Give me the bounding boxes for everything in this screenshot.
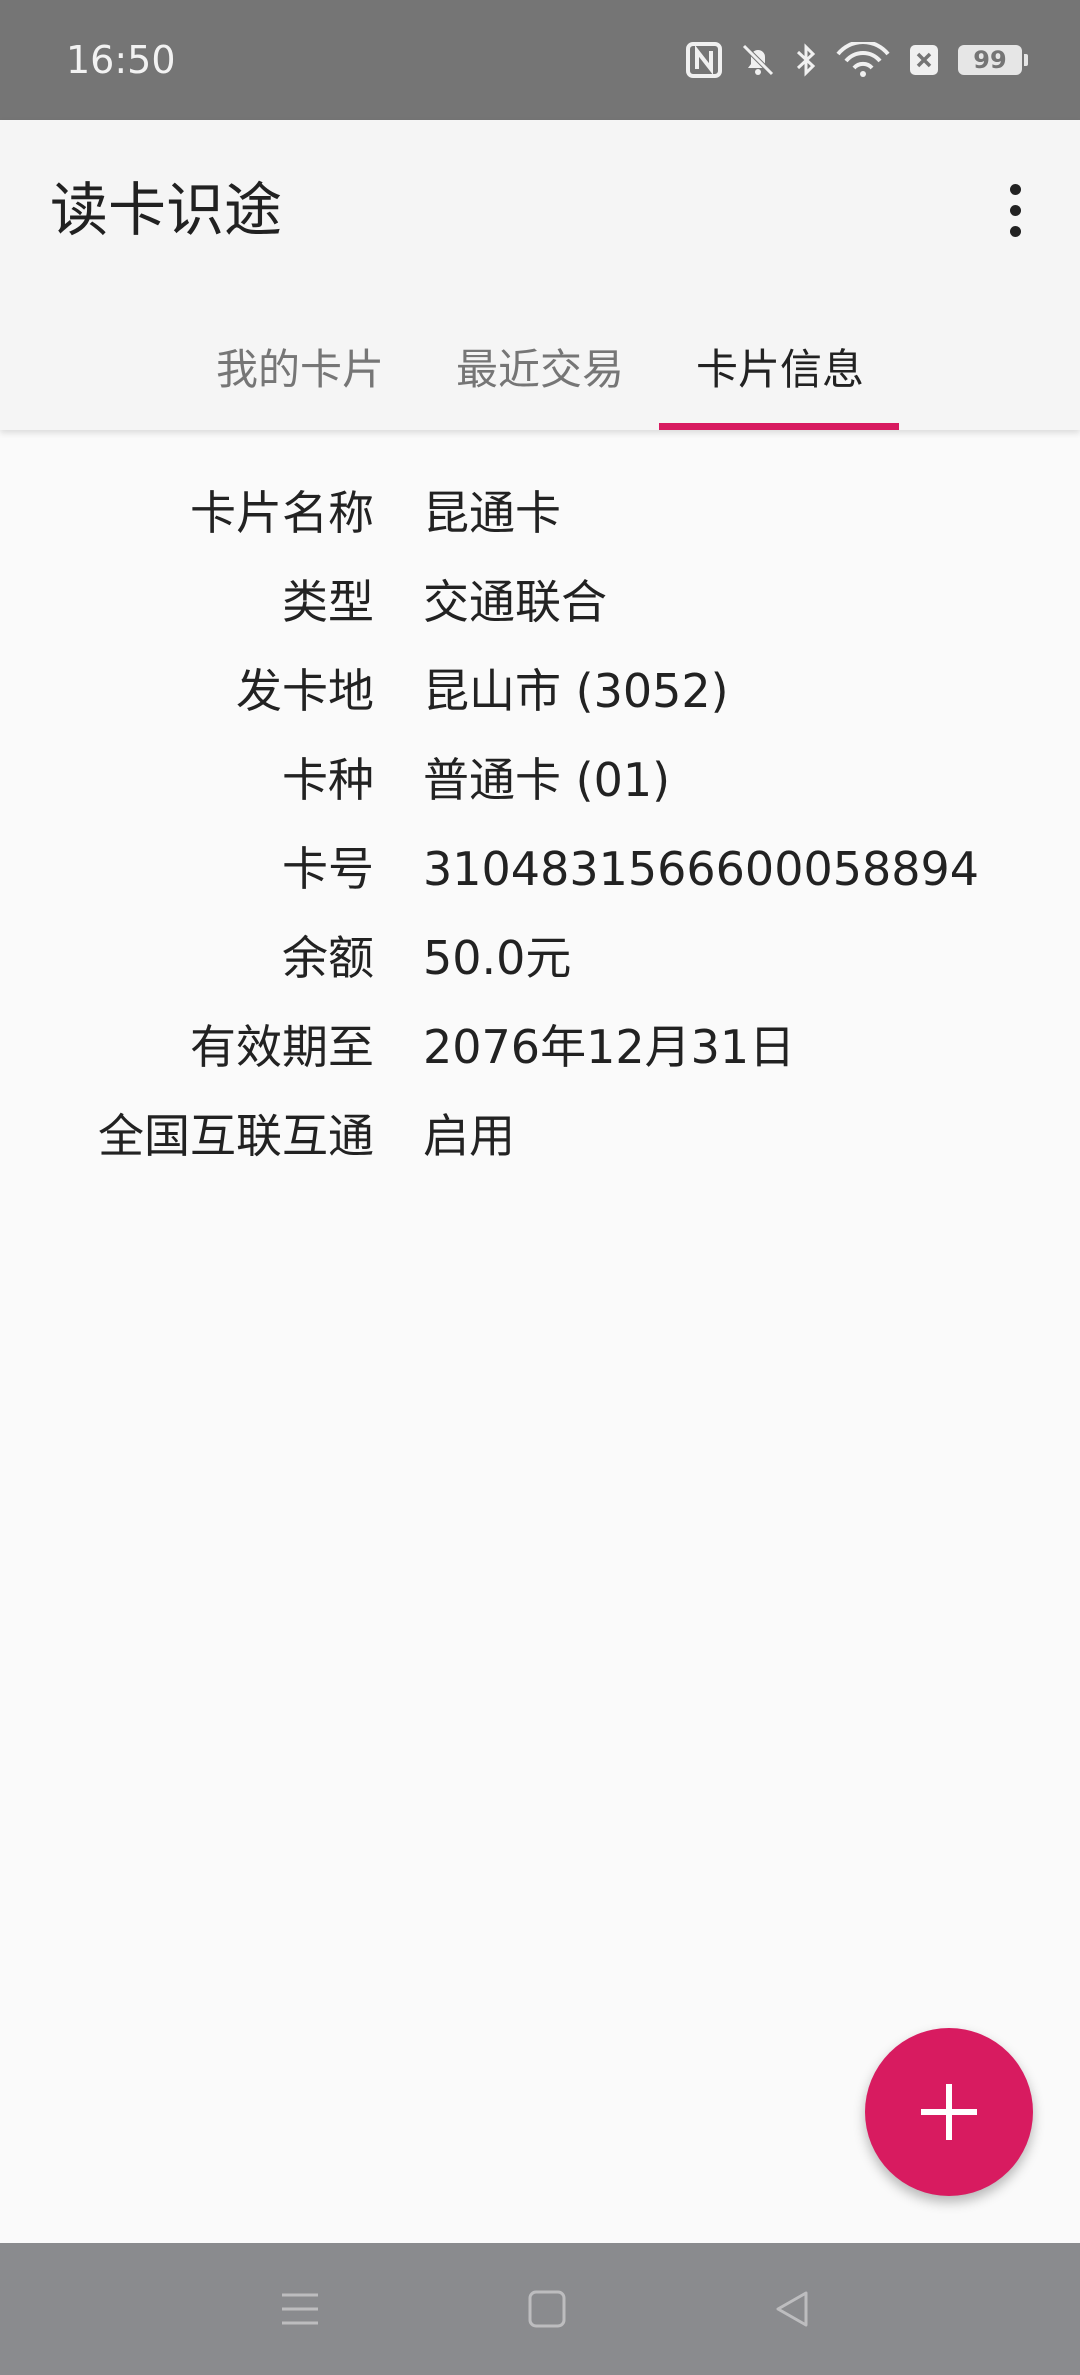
info-value: 交通联合 [423,575,607,629]
status-icons: 99 [686,40,1028,80]
app-bar: 读卡识途 我的卡片 最近交易 卡片信息 [0,120,1080,430]
info-row-card-name: 卡片名称 昆通卡 [0,469,1080,558]
info-label: 发卡地 [236,664,374,718]
wifi-icon [836,42,890,78]
info-row-interconnect: 全国互联互通 启用 [0,1092,1080,1181]
info-label: 卡片名称 [190,486,374,540]
info-row-card-number: 卡号 3104831566600058894 [0,825,1080,914]
more-vert-icon[interactable] [990,170,1040,250]
info-label: 卡种 [282,753,374,807]
nav-bar [0,2243,1080,2375]
info-value: 2076年12月31日 [423,1020,796,1074]
info-label: 全国互联互通 [98,1109,374,1163]
tab-my-cards[interactable]: 我的卡片 [180,310,420,430]
info-label: 卡号 [282,842,374,896]
info-value: 普通卡 (01) [423,753,671,807]
info-row-balance: 余额 50.0元 [0,914,1080,1003]
info-row-type: 类型 交通联合 [0,558,1080,647]
info-label: 类型 [282,575,374,629]
bluetooth-icon [794,42,818,78]
tab-card-info[interactable]: 卡片信息 [660,310,900,430]
tab-indicator [659,423,899,430]
sim-off-icon [908,42,940,78]
tab-bar: 我的卡片 最近交易 卡片信息 [0,310,1080,430]
bell-off-icon [740,42,776,78]
battery-icon: 99 [958,45,1028,75]
nfc-icon [686,42,722,78]
info-value: 昆通卡 [423,486,561,540]
back-icon[interactable] [752,2271,832,2347]
info-row-issuer-location: 发卡地 昆山市 (3052) [0,647,1080,736]
menu-icon[interactable] [260,2271,340,2347]
status-time: 16:50 [66,38,176,82]
info-label: 有效期至 [190,1020,374,1074]
info-row-card-type: 卡种 普通卡 (01) [0,736,1080,825]
info-value: 昆山市 (3052) [423,664,729,718]
home-icon[interactable] [507,2271,587,2347]
add-button[interactable] [865,2028,1033,2196]
info-row-expiry: 有效期至 2076年12月31日 [0,1003,1080,1092]
info-value: 50.0元 [423,931,572,985]
tab-recent-transactions[interactable]: 最近交易 [420,310,660,430]
app-title: 读卡识途 [50,176,283,244]
info-label: 余额 [282,931,374,985]
info-value: 3104831566600058894 [423,842,980,896]
status-bar: 16:50 99 [0,0,1080,120]
info-value: 启用 [423,1109,515,1163]
